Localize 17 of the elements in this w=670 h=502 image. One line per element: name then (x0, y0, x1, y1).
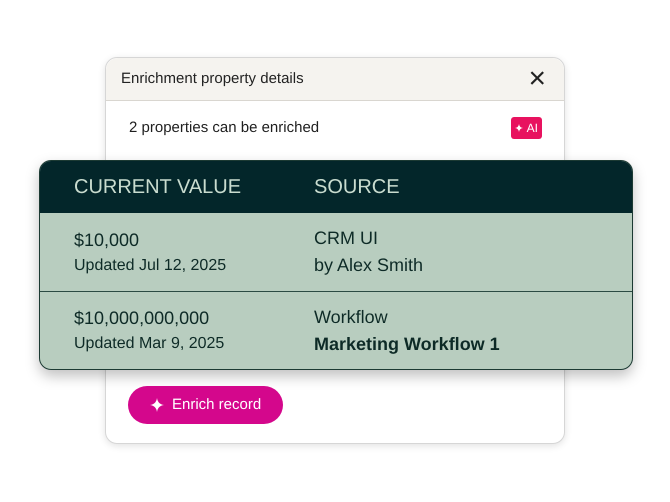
source-detail: Marketing Workflow 1 (314, 332, 500, 356)
source-detail: by Alex Smith (314, 254, 424, 277)
updated-date: Updated Jul 12, 2025 (74, 256, 228, 276)
dialog-title: Enrichment property details (121, 68, 304, 89)
column-header: CURRENT VALUE (73, 175, 242, 200)
sparkle-icon (514, 124, 523, 132)
source-text: Workflow (314, 306, 389, 328)
updated-date: Updated Mar 9, 2025 (74, 334, 226, 354)
column-header: SOURCE (314, 175, 400, 200)
value-text: $10,000,000,000 (74, 307, 210, 330)
close-button[interactable]: × (524, 64, 550, 94)
ai-badge: AI (510, 117, 542, 139)
sparkle-icon (150, 398, 164, 412)
summary-text: 2 properties can be enriched (129, 118, 320, 138)
value-text: $10,000 (74, 228, 140, 252)
source-text: CRM UI (314, 227, 379, 250)
enrich-record-button[interactable]: Enrich record (128, 386, 284, 424)
